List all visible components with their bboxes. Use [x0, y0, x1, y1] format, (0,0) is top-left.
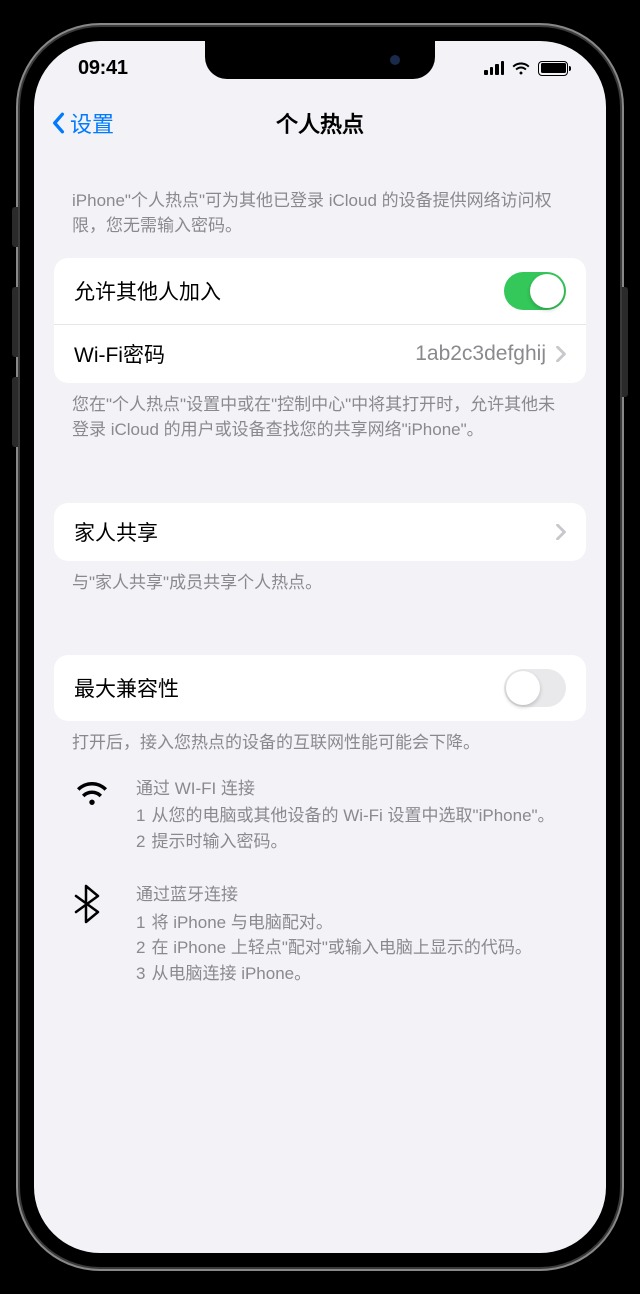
max-compat-section: 最大兼容性 — [54, 655, 586, 721]
page-title: 个人热点 — [276, 107, 364, 139]
max-compat-footer: 打开后，接入您热点的设备的互联网性能可能会下降。 — [54, 721, 586, 756]
allow-others-row[interactable]: 允许其他人加入 — [54, 258, 586, 325]
status-time: 09:41 — [78, 57, 128, 80]
back-label: 设置 — [70, 107, 114, 139]
wifi-password-label: Wi-Fi密码 — [74, 339, 165, 369]
battery-icon — [538, 61, 568, 76]
max-compat-row[interactable]: 最大兼容性 — [54, 655, 586, 721]
wifi-password-value: 1ab2c3defghij — [415, 342, 546, 366]
family-sharing-footer: 与"家人共享"成员共享个人热点。 — [54, 561, 586, 596]
chevron-right-icon — [556, 524, 566, 540]
max-compat-label: 最大兼容性 — [74, 673, 179, 703]
content-area: iPhone"个人热点"可为其他已登录 iCloud 的设备提供网络访问权限，您… — [34, 151, 606, 986]
bluetooth-instruction-title: 通过蓝牙连接 — [136, 882, 568, 908]
max-compat-toggle[interactable] — [504, 669, 566, 707]
allow-others-label: 允许其他人加入 — [74, 276, 221, 306]
family-sharing-section: 家人共享 — [54, 503, 586, 561]
notch — [205, 41, 435, 79]
bluetooth-step-2: 在 iPhone 上轻点"配对"或输入电脑上显示的代码。 — [151, 935, 531, 961]
bluetooth-step-3: 从电脑连接 iPhone。 — [151, 961, 311, 987]
wifi-instruction-title: 通过 WI-FI 连接 — [136, 776, 568, 802]
connection-instructions: 通过 WI-FI 连接 1从您的电脑或其他设备的 Wi-Fi 设置中选取"iPh… — [54, 756, 586, 987]
header-description: iPhone"个人热点"可为其他已登录 iCloud 的设备提供网络访问权限，您… — [54, 151, 586, 250]
status-icons — [484, 61, 568, 76]
wifi-step-2: 提示时输入密码。 — [151, 829, 287, 855]
wifi-instruction: 通过 WI-FI 连接 1从您的电脑或其他设备的 Wi-Fi 设置中选取"iPh… — [72, 776, 568, 855]
navigation-bar: 设置 个人热点 — [34, 95, 606, 151]
phone-device-frame: 09:41 — [20, 27, 620, 1267]
allow-others-toggle[interactable] — [504, 272, 566, 310]
wifi-step-1: 从您的电脑或其他设备的 Wi-Fi 设置中选取"iPhone"。 — [151, 803, 554, 829]
back-button[interactable]: 设置 — [50, 107, 114, 139]
bluetooth-step-1: 将 iPhone 与电脑配对。 — [151, 910, 332, 936]
wifi-status-icon — [511, 61, 531, 76]
bluetooth-icon — [72, 884, 100, 924]
screen: 09:41 — [34, 41, 606, 1253]
hotspot-settings-section: 允许其他人加入 Wi-Fi密码 1ab2c3defghij — [54, 258, 586, 383]
front-camera-icon — [390, 55, 400, 65]
chevron-left-icon — [50, 112, 66, 134]
wifi-password-row[interactable]: Wi-Fi密码 1ab2c3defghij — [54, 325, 586, 383]
family-sharing-label: 家人共享 — [74, 517, 158, 547]
family-sharing-row[interactable]: 家人共享 — [54, 503, 586, 561]
cellular-signal-icon — [484, 61, 504, 75]
wifi-icon — [72, 778, 112, 808]
allow-others-footer: 您在"个人热点"设置中或在"控制中心"中将其打开时，允许其他未登录 iCloud… — [54, 383, 586, 442]
bluetooth-instruction: 通过蓝牙连接 1将 iPhone 与电脑配对。 2在 iPhone 上轻点"配对… — [72, 882, 568, 986]
chevron-right-icon — [556, 346, 566, 362]
